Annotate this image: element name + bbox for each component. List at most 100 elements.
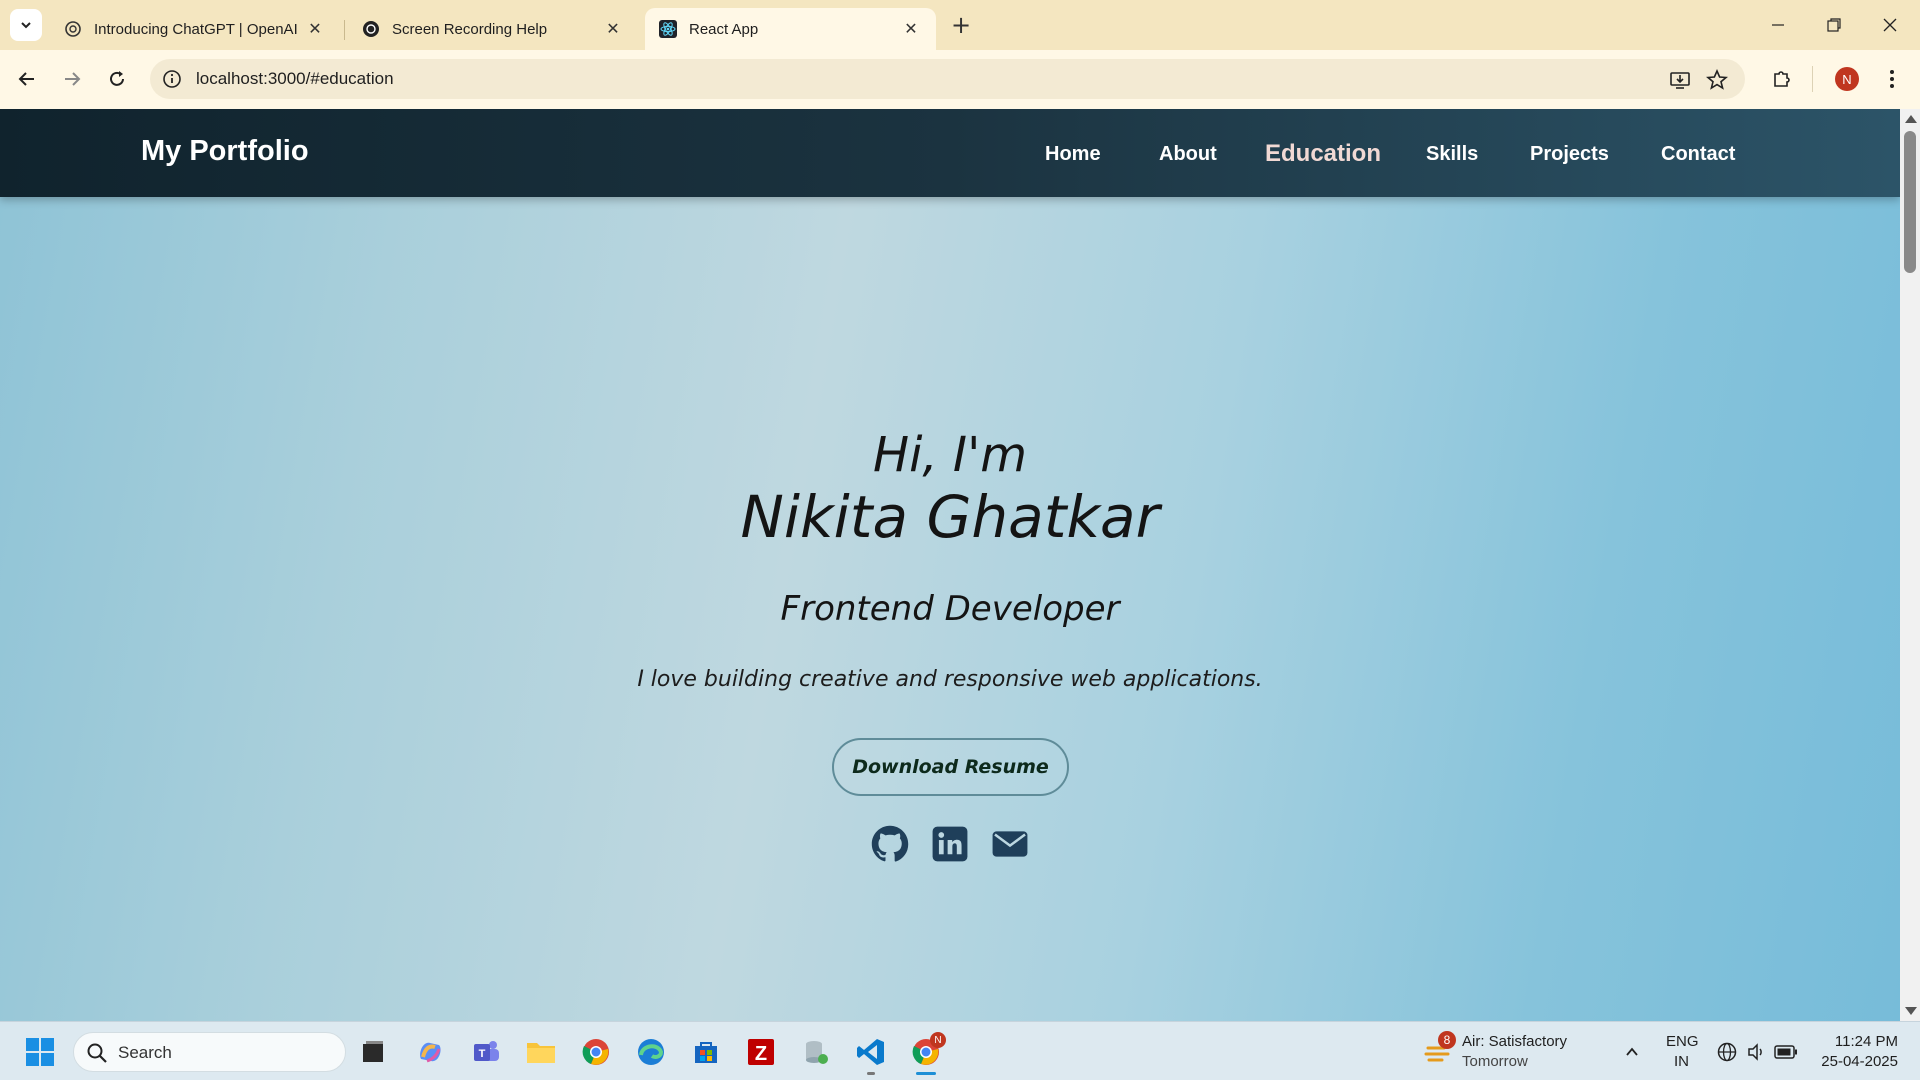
- task-view-button[interactable]: [355, 1034, 391, 1070]
- star-icon: [1706, 69, 1728, 90]
- mail-icon[interactable]: [991, 825, 1029, 863]
- bookmark-button[interactable]: [1705, 68, 1729, 92]
- battery-icon: [1774, 1045, 1797, 1059]
- arrow-left-icon: [18, 72, 34, 86]
- vscode-icon: [857, 1039, 884, 1065]
- svg-text:Z: Z: [755, 1043, 767, 1065]
- system-tray-icons[interactable]: [1714, 1040, 1802, 1064]
- install-app-button[interactable]: [1668, 68, 1692, 92]
- start-button[interactable]: [22, 1034, 58, 1070]
- database-icon: [806, 1041, 828, 1064]
- linkedin-icon[interactable]: [931, 825, 969, 863]
- nav-projects[interactable]: Projects: [1530, 143, 1609, 166]
- search-label: Search: [118, 1043, 172, 1062]
- address-bar[interactable]: localhost:3000/#education: [150, 59, 1745, 99]
- windows-taskbar: Search T Z N 8 Air: Satisfactory Tomorro…: [0, 1021, 1920, 1080]
- filezilla-icon: Z: [748, 1039, 774, 1065]
- weather-widget[interactable]: 8 Air: Satisfactory Tomorrow: [1420, 1031, 1620, 1072]
- restore-icon: [1827, 18, 1841, 32]
- nav-home[interactable]: Home: [1045, 143, 1101, 166]
- restore-button[interactable]: [1806, 0, 1862, 50]
- edge-icon: [638, 1039, 664, 1065]
- chrome-app-active[interactable]: N: [908, 1032, 946, 1070]
- clock-time: 11:24 PM: [1834, 1033, 1898, 1050]
- filezilla-app[interactable]: Z: [743, 1034, 779, 1070]
- puzzle-icon: [1774, 71, 1790, 87]
- search-icon: [87, 1043, 107, 1063]
- chrome-profile-badge: N: [930, 1032, 946, 1048]
- chevron-up-icon: [1626, 1047, 1638, 1056]
- tab-title: Introducing ChatGPT | OpenAI: [94, 20, 298, 38]
- page-scrollbar[interactable]: [1900, 109, 1920, 1021]
- page-viewport: My Portfolio Home About Education Skills…: [0, 109, 1900, 1021]
- tab-strip: Introducing ChatGPT | OpenAI ✕ Screen Re…: [0, 0, 1920, 50]
- new-tab-button[interactable]: +: [946, 10, 976, 40]
- close-window-button[interactable]: [1862, 0, 1918, 50]
- site-navbar: My Portfolio Home About Education Skills…: [0, 109, 1900, 197]
- clock[interactable]: 11:24 PM 25-04-2025: [1806, 1032, 1906, 1072]
- back-button[interactable]: [12, 64, 42, 94]
- info-icon[interactable]: [162, 69, 182, 89]
- chrome-icon: [582, 1039, 609, 1065]
- close-icon[interactable]: ✕: [602, 18, 624, 40]
- reload-button[interactable]: [102, 64, 132, 94]
- github-icon[interactable]: [871, 825, 909, 863]
- windows-icon: [26, 1038, 54, 1066]
- nav-contact[interactable]: Contact: [1661, 143, 1735, 166]
- extensions-button[interactable]: [1767, 64, 1797, 94]
- hero-tagline: I love building creative and responsive …: [637, 667, 1263, 692]
- reload-icon: [110, 71, 124, 86]
- store-app[interactable]: [688, 1034, 724, 1070]
- store-icon: [695, 1042, 717, 1063]
- tab-search-button[interactable]: [10, 9, 42, 41]
- install-icon: [1670, 72, 1690, 89]
- react-icon: [659, 20, 677, 38]
- copilot-app[interactable]: [412, 1034, 448, 1070]
- language-indicator[interactable]: ENG IN: [1660, 1032, 1704, 1072]
- tab-screen-recording[interactable]: Screen Recording Help ✕: [348, 8, 638, 50]
- nav-skills[interactable]: Skills: [1426, 143, 1478, 166]
- nav-about[interactable]: About: [1159, 143, 1217, 166]
- database-app[interactable]: [798, 1034, 834, 1070]
- minimize-button[interactable]: [1750, 0, 1806, 50]
- toolbar-divider: [1812, 66, 1813, 92]
- tab-title: Screen Recording Help: [392, 20, 548, 38]
- tab-chatgpt[interactable]: Introducing ChatGPT | OpenAI ✕: [50, 8, 340, 50]
- svg-text:T: T: [479, 1048, 486, 1060]
- url-text[interactable]: localhost:3000/#education: [196, 69, 394, 89]
- openai-icon: [363, 21, 379, 37]
- weather-title: Air: Satisfactory: [1462, 1033, 1568, 1050]
- vscode-app[interactable]: [853, 1034, 889, 1070]
- scroll-thumb[interactable]: [1904, 131, 1916, 273]
- arrow-right-icon: [65, 72, 81, 86]
- close-icon[interactable]: ✕: [900, 18, 922, 40]
- teams-app[interactable]: T: [468, 1034, 504, 1070]
- lang-bottom: IN: [1674, 1053, 1689, 1070]
- hero-name: Nikita Ghatkar: [740, 483, 1160, 551]
- scroll-up-icon[interactable]: [1905, 115, 1917, 123]
- browser-toolbar: localhost:3000/#education: [0, 50, 1920, 109]
- show-hidden-icons-button[interactable]: [1614, 1034, 1650, 1070]
- nav-education[interactable]: Education: [1265, 140, 1381, 168]
- tab-react-app[interactable]: React App ✕: [645, 8, 936, 50]
- folder-icon: [527, 1043, 555, 1063]
- hero-greeting: Hi, I'm: [872, 427, 1028, 483]
- scroll-down-icon[interactable]: [1905, 1007, 1917, 1015]
- running-indicator: [867, 1072, 875, 1075]
- menu-button[interactable]: [1877, 64, 1907, 94]
- close-icon[interactable]: ✕: [304, 18, 326, 40]
- profile-avatar[interactable]: N: [1835, 67, 1859, 91]
- tab-separator: [344, 20, 345, 40]
- chrome-app[interactable]: [578, 1034, 614, 1070]
- taskbar-search[interactable]: Search: [73, 1032, 346, 1072]
- site-brand[interactable]: My Portfolio: [141, 135, 309, 168]
- more-vertical-icon: [1890, 70, 1894, 88]
- task-view-icon: [363, 1041, 383, 1062]
- file-explorer-app[interactable]: [523, 1034, 559, 1070]
- clock-date: 25-04-2025: [1821, 1053, 1898, 1070]
- hero-role: Frontend Developer: [780, 589, 1120, 629]
- forward-button[interactable]: [57, 64, 87, 94]
- teams-icon: T: [474, 1041, 499, 1061]
- download-resume-button[interactable]: Download Resume: [832, 738, 1069, 796]
- edge-app[interactable]: [633, 1034, 669, 1070]
